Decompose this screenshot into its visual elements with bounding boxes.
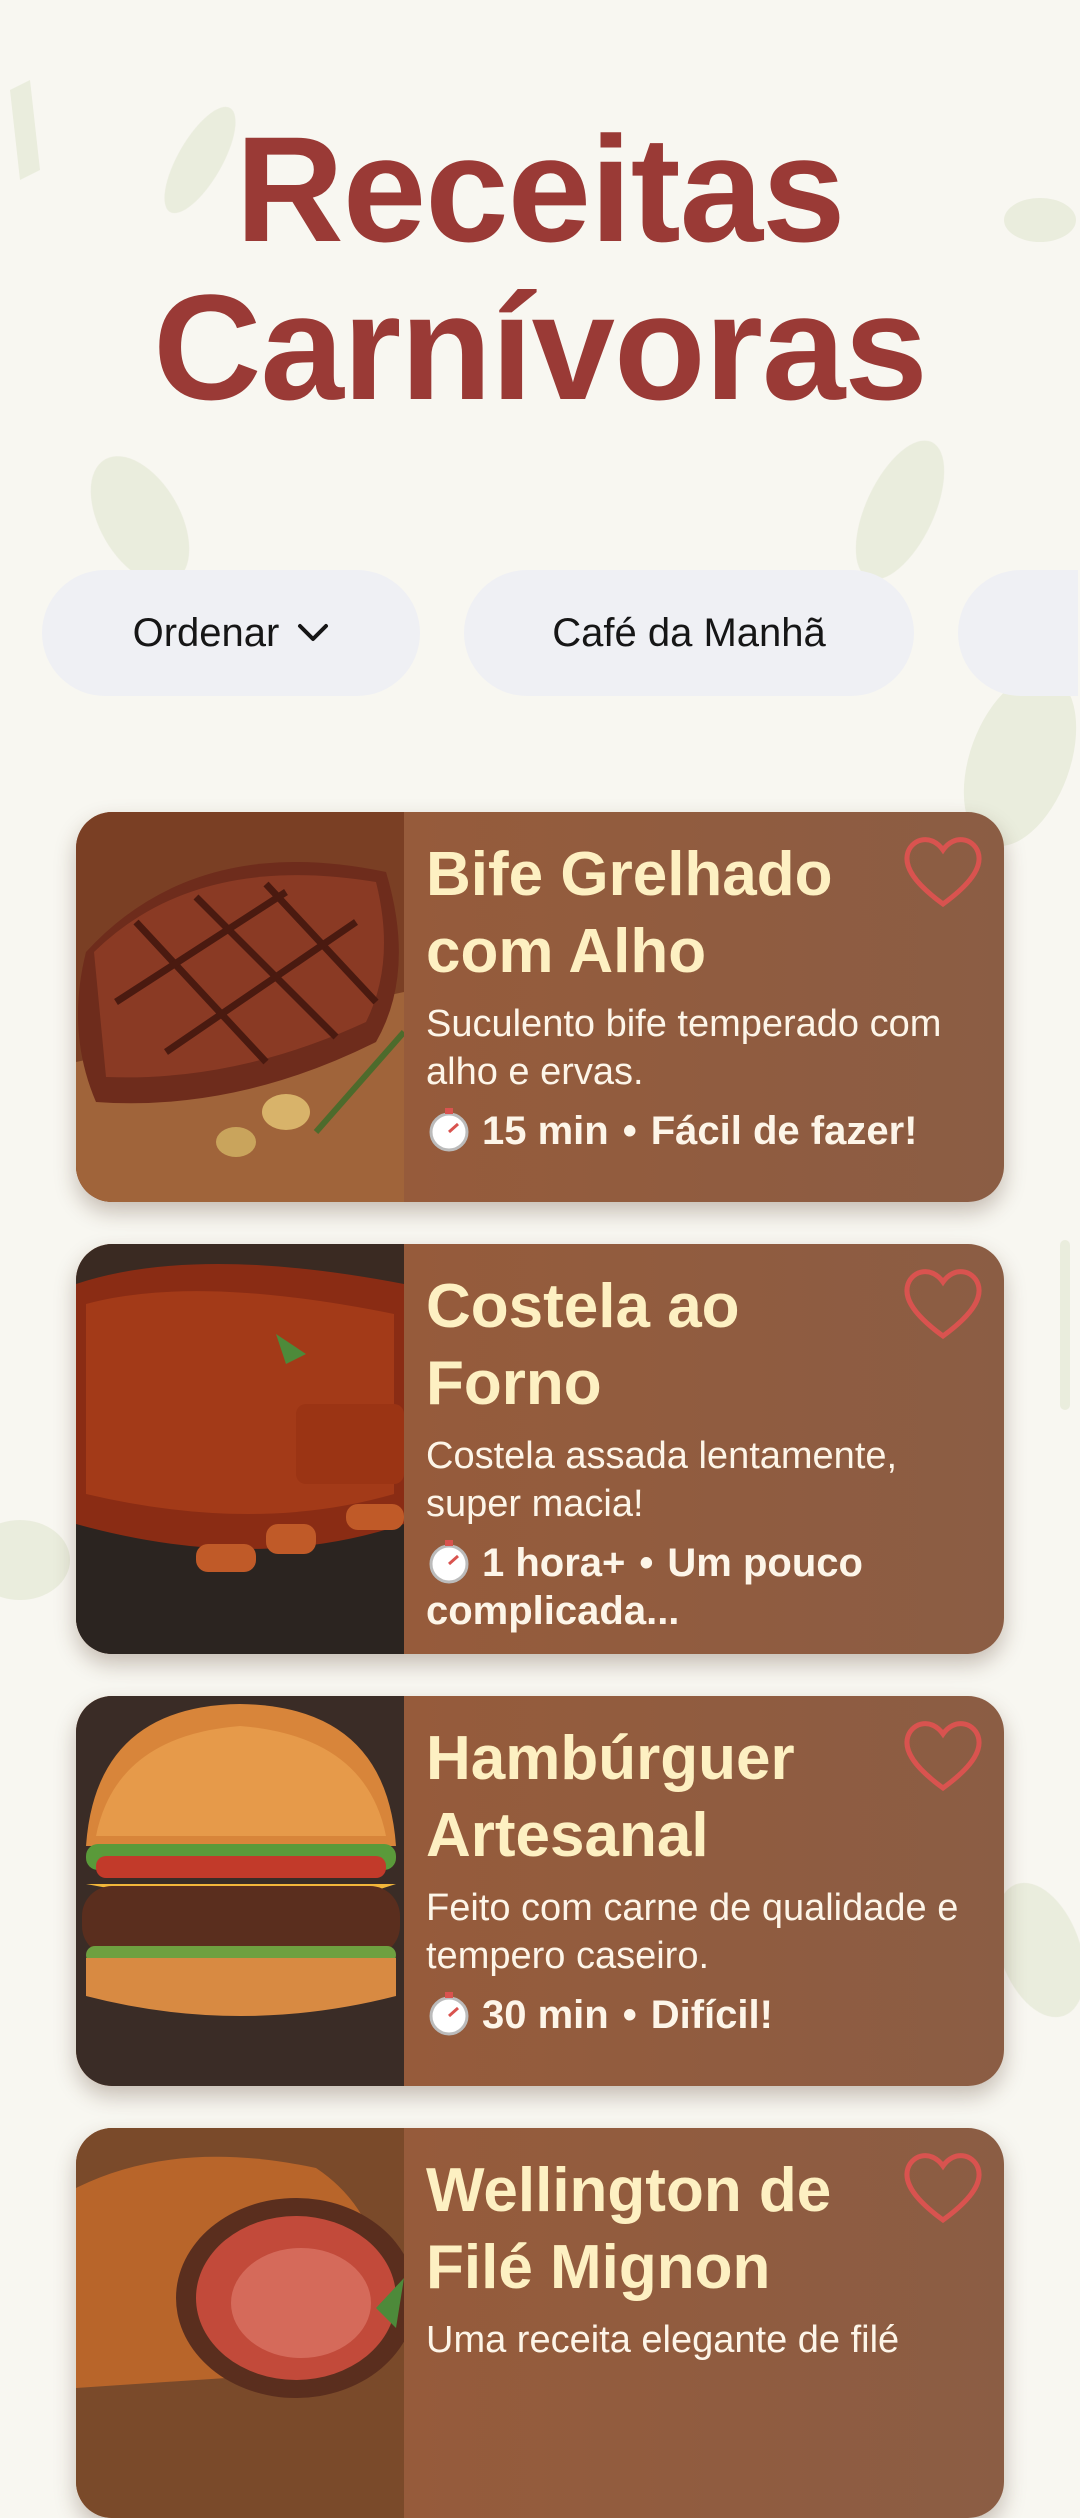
recipe-title: Costela ao Forno [426, 1272, 740, 1418]
page-title: Receitas Carnívoras [0, 110, 1080, 426]
recipe-card[interactable]: Costela ao Forno Costela assada lentamen… [76, 1244, 1004, 1654]
sort-button[interactable]: Ordenar [42, 570, 420, 696]
recipe-time: 15 min [482, 1109, 609, 1153]
recipe-title: Hambúrguer Artesanal [426, 1724, 795, 1870]
recipe-meta: 1 hora+ • Um pouco complicada... [426, 1538, 984, 1635]
recipe-difficulty: Difícil! [650, 1993, 773, 2037]
recipe-difficulty: Fácil de fazer! [650, 1109, 918, 1153]
stopwatch-icon [429, 1992, 469, 2036]
page-title-line2: Carnívoras [153, 263, 928, 431]
heart-icon[interactable] [900, 1716, 986, 1796]
page-title-line1: Receitas [235, 105, 845, 273]
recipe-time: 30 min [482, 1993, 609, 2037]
sort-label: Ordenar [132, 610, 280, 655]
recipe-description: Feito com carne de qualidade e tempero c… [426, 1887, 959, 1977]
recipe-card[interactable]: Wellington de Filé Mignon Uma receita el… [76, 2128, 1004, 2518]
meta-separator: • [639, 1541, 654, 1585]
recipe-meta: 15 min • Fácil de fazer! [426, 1106, 984, 1155]
recipe-card[interactable]: Bife Grelhado com Alho Suculento bife te… [76, 812, 1004, 1202]
recipe-image-wellington [76, 2128, 404, 2518]
meta-separator: • [622, 1993, 637, 2037]
heart-icon[interactable] [900, 832, 986, 912]
recipe-title: Bife Grelhado com Alho [426, 840, 833, 986]
meta-separator: • [622, 1109, 637, 1153]
stopwatch-icon [429, 1540, 469, 1584]
recipe-meta: 30 min • Difícil! [426, 1990, 984, 2039]
recipe-card[interactable]: Hambúrguer Artesanal Feito com carne de … [76, 1696, 1004, 2086]
recipe-description: Suculento bife temperado com alho e erva… [426, 1003, 942, 1093]
recipe-title: Wellington de Filé Mignon [426, 2156, 832, 2302]
category-chip-label: Café da Manhã [552, 610, 826, 655]
recipe-image-burger [76, 1696, 404, 2086]
recipe-image-ribs [76, 1244, 404, 1654]
stopwatch-icon [429, 1108, 469, 1152]
heart-icon[interactable] [900, 2148, 986, 2228]
chevron-down-icon [298, 624, 329, 641]
filter-bar: Ordenar Café da Manhã [0, 570, 1080, 696]
category-chip-breakfast[interactable]: Café da Manhã [464, 570, 914, 696]
heart-icon[interactable] [900, 1264, 986, 1344]
category-chip-next[interactable] [958, 570, 1078, 696]
recipe-description: Uma receita elegante de filé [426, 2319, 900, 2361]
recipe-description: Costela assada lentamente, super macia! [426, 1435, 898, 1525]
recipe-image-steak [76, 812, 404, 1202]
recipe-time: 1 hora+ [482, 1541, 626, 1585]
